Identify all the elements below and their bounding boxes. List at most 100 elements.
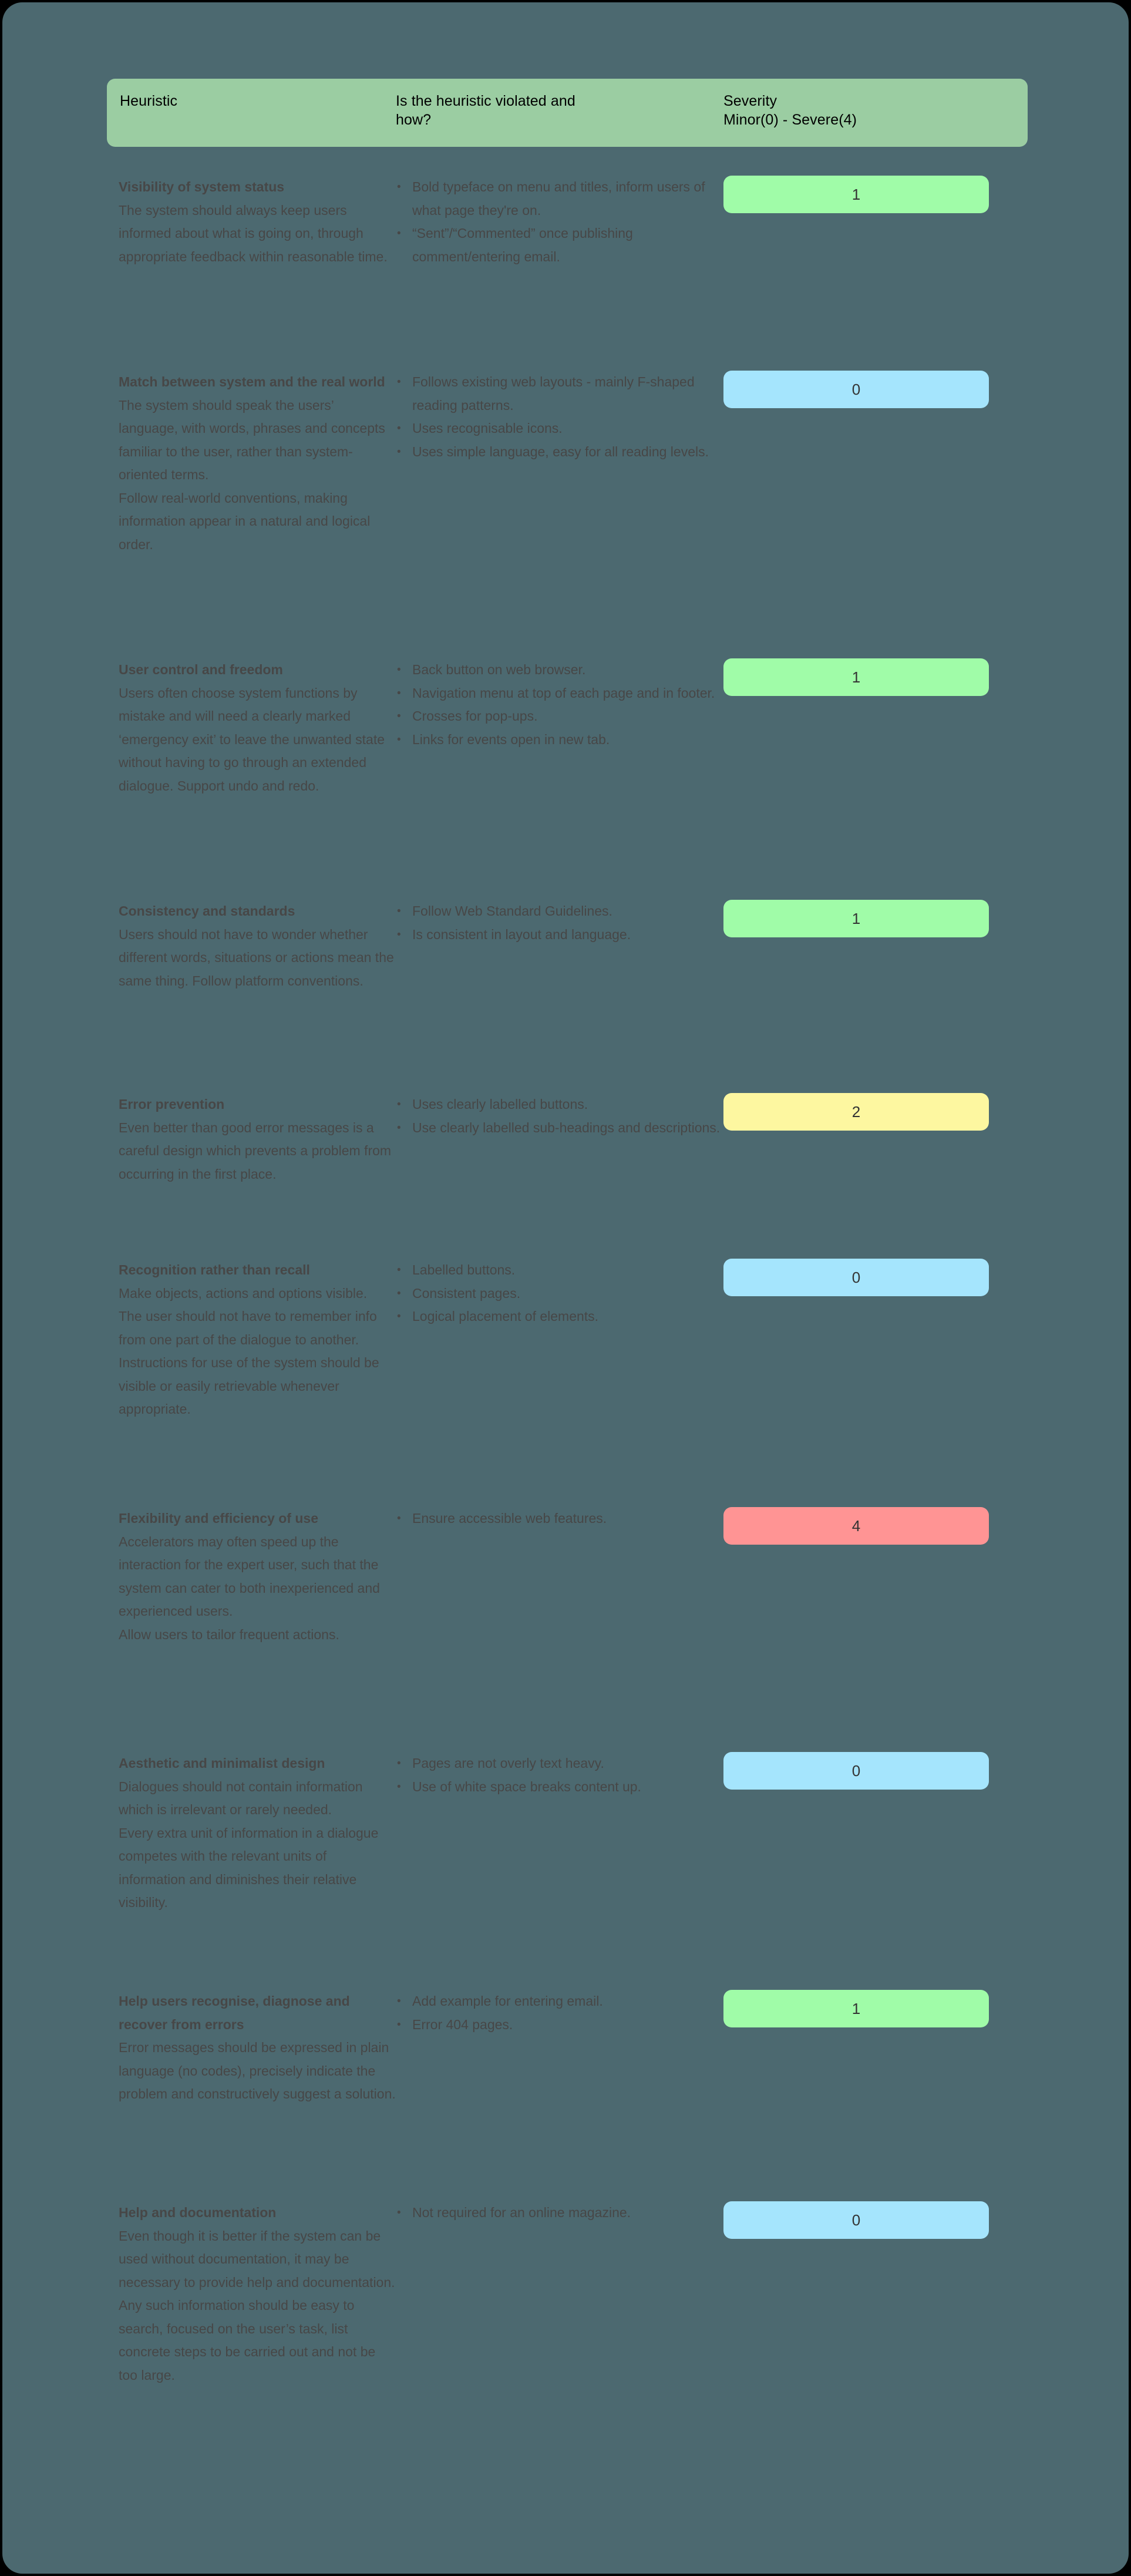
cell-violation: Follow Web Standard Guidelines.Is consis…	[396, 900, 723, 993]
cell-severity: 1	[723, 900, 1028, 993]
cell-heuristic: Help users recognise, diagnose and recov…	[107, 1990, 396, 2106]
violation-bullet-item: Add example for entering email.	[396, 1990, 723, 2013]
cell-heuristic: Match between system and the real world T…	[107, 371, 396, 556]
cell-heuristic: Flexibility and efficiency of use Acceler…	[107, 1507, 396, 1646]
violation-bullet-list: Not required for an online magazine.	[396, 2201, 723, 2225]
cell-heuristic: Aesthetic and minimalist design Dialogues…	[107, 1752, 396, 1915]
severity-badge: 1	[723, 658, 989, 696]
violation-bullet-list: Back button on web browser.Navigation me…	[396, 658, 723, 751]
violation-bullet-item: Crosses for pop-ups.	[396, 705, 723, 728]
violation-bullet-item: Error 404 pages.	[396, 2013, 723, 2037]
violation-bullet-item: Not required for an online magazine.	[396, 2201, 723, 2225]
cell-violation: Labelled buttons.Consistent pages.Logica…	[396, 1259, 723, 1421]
table-row: Error prevention Even better than good er…	[107, 1093, 1028, 1186]
violation-bullet-list: Labelled buttons.Consistent pages.Logica…	[396, 1259, 723, 1329]
cell-severity: 1	[723, 176, 1028, 268]
cell-heuristic: User control and freedom Users often choo…	[107, 658, 396, 798]
cell-heuristic: Consistency and standards Users should no…	[107, 900, 396, 993]
violation-bullet-item: Uses clearly labelled buttons.	[396, 1093, 723, 1117]
heuristic-description: Dialogues should not contain information…	[119, 1778, 379, 1911]
violation-bullet-item: “Sent”/“Commented” once publishing comme…	[396, 222, 723, 268]
cell-violation: Back button on web browser.Navigation me…	[396, 658, 723, 798]
cell-heuristic: Recognition rather than recall Make objec…	[107, 1259, 396, 1421]
heuristic-title: User control and freedom	[119, 662, 283, 677]
severity-badge: 0	[723, 1752, 989, 1790]
cell-severity: 1	[723, 658, 1028, 798]
table-row: Recognition rather than recall Make objec…	[107, 1259, 1028, 1421]
violation-bullet-list: Follow Web Standard Guidelines.Is consis…	[396, 900, 723, 946]
heuristic-title: Help users recognise, diagnose and recov…	[119, 1993, 350, 2032]
severity-badge: 0	[723, 1259, 989, 1296]
heuristic-title: Consistency and standards	[119, 903, 295, 919]
cell-severity: 0	[723, 1259, 1028, 1421]
cell-severity: 0	[723, 1752, 1028, 1915]
violation-bullet-item: Pages are not overly text heavy.	[396, 1752, 723, 1775]
violation-bullet-item: Uses recognisable icons.	[396, 417, 723, 440]
heuristic-title: Help and documentation	[119, 2205, 277, 2220]
cell-violation: Ensure accessible web features.	[396, 1507, 723, 1646]
cell-violation: Uses clearly labelled buttons.Use clearl…	[396, 1093, 723, 1186]
heuristic-description: Even better than good error messages is …	[119, 1119, 392, 1182]
violation-bullet-item: Navigation menu at top of each page and …	[396, 682, 723, 705]
cell-violation: Not required for an online magazine.	[396, 2201, 723, 2387]
heuristic-description: Make objects, actions and options visibl…	[119, 1285, 379, 1417]
table-row: Match between system and the real world T…	[107, 371, 1028, 556]
cell-heuristic: Help and documentation Even though it is …	[107, 2201, 396, 2387]
severity-badge: 1	[723, 176, 989, 213]
cell-heuristic: Error prevention Even better than good er…	[107, 1093, 396, 1186]
table-row: Help users recognise, diagnose and recov…	[107, 1990, 1028, 2106]
violation-bullet-list: Add example for entering email.Error 404…	[396, 1990, 723, 2036]
table-row: Aesthetic and minimalist design Dialogues…	[107, 1752, 1028, 1915]
violation-bullet-item: Is consistent in layout and language.	[396, 923, 723, 947]
violation-bullet-item: Bold typeface on menu and titles, inform…	[396, 176, 723, 222]
heuristic-description: Even though it is better if the system c…	[119, 2228, 395, 2383]
violation-bullet-item: Use clearly labelled sub-headings and de…	[396, 1117, 723, 1140]
violation-bullet-item: Back button on web browser.	[396, 658, 723, 682]
severity-badge: 4	[723, 1507, 989, 1545]
heuristic-title: Match between system and the real world	[119, 374, 385, 389]
violation-bullet-item: Follows existing web layouts - mainly F-…	[396, 371, 723, 417]
violation-bullet-item: Consistent pages.	[396, 1282, 723, 1306]
severity-badge: 1	[723, 900, 989, 937]
cell-severity: 1	[723, 1990, 1028, 2106]
cell-violation: Bold typeface on menu and titles, inform…	[396, 176, 723, 268]
cell-severity: 2	[723, 1093, 1028, 1186]
heuristic-title: Visibility of system status	[119, 179, 285, 194]
heuristic-description: Error messages should be expressed in pl…	[119, 2040, 396, 2101]
cell-violation: Follows existing web layouts - mainly F-…	[396, 371, 723, 556]
heuristic-description: The system should always keep users info…	[119, 202, 388, 264]
heuristic-title: Flexibility and efficiency of use	[119, 1511, 318, 1526]
violation-bullet-item: Ensure accessible web features.	[396, 1507, 723, 1531]
column-header-violation: Is the heuristic violated and how?	[396, 93, 575, 128]
table-row: Consistency and standards Users should no…	[107, 900, 1028, 993]
cell-severity: 0	[723, 2201, 1028, 2387]
heuristic-description: The system should speak the users’ langu…	[119, 397, 385, 552]
column-header-heuristic: Heuristic	[120, 93, 178, 109]
table-row: User control and freedom Users often choo…	[107, 658, 1028, 798]
severity-badge: 2	[723, 1093, 989, 1131]
heuristic-description: Users often choose system functions by m…	[119, 685, 385, 793]
heuristic-evaluation-page: Heuristic Is the heuristic violated and …	[2, 2, 1129, 2574]
violation-bullet-item: Labelled buttons.	[396, 1259, 723, 1282]
heuristic-title: Aesthetic and minimalist design	[119, 1756, 325, 1771]
cell-severity: 0	[723, 371, 1028, 556]
heuristic-evaluation-table: Heuristic Is the heuristic violated and …	[107, 79, 1028, 2383]
violation-bullet-item: Follow Web Standard Guidelines.	[396, 900, 723, 923]
table-row: Visibility of system status The system sh…	[107, 176, 1028, 268]
cell-violation: Pages are not overly text heavy.Use of w…	[396, 1752, 723, 1915]
table-row: Flexibility and efficiency of use Acceler…	[107, 1507, 1028, 1646]
table-row: Help and documentation Even though it is …	[107, 2201, 1028, 2387]
violation-bullet-list: Uses clearly labelled buttons.Use clearl…	[396, 1093, 723, 1139]
heuristic-title: Error prevention	[119, 1097, 225, 1112]
violation-bullet-list: Bold typeface on menu and titles, inform…	[396, 176, 723, 268]
violation-bullet-list: Pages are not overly text heavy.Use of w…	[396, 1752, 723, 1798]
heuristic-description: Accelerators may often speed up the inte…	[119, 1534, 380, 1642]
violation-bullet-list: Ensure accessible web features.	[396, 1507, 723, 1531]
cell-heuristic: Visibility of system status The system sh…	[107, 176, 396, 268]
heuristic-title: Recognition rather than recall	[119, 1262, 310, 1277]
severity-badge: 0	[723, 371, 989, 408]
severity-badge: 1	[723, 1990, 989, 2027]
violation-bullet-list: Follows existing web layouts - mainly F-…	[396, 371, 723, 463]
violation-bullet-item: Logical placement of elements.	[396, 1305, 723, 1329]
violation-bullet-item: Use of white space breaks content up.	[396, 1775, 723, 1799]
